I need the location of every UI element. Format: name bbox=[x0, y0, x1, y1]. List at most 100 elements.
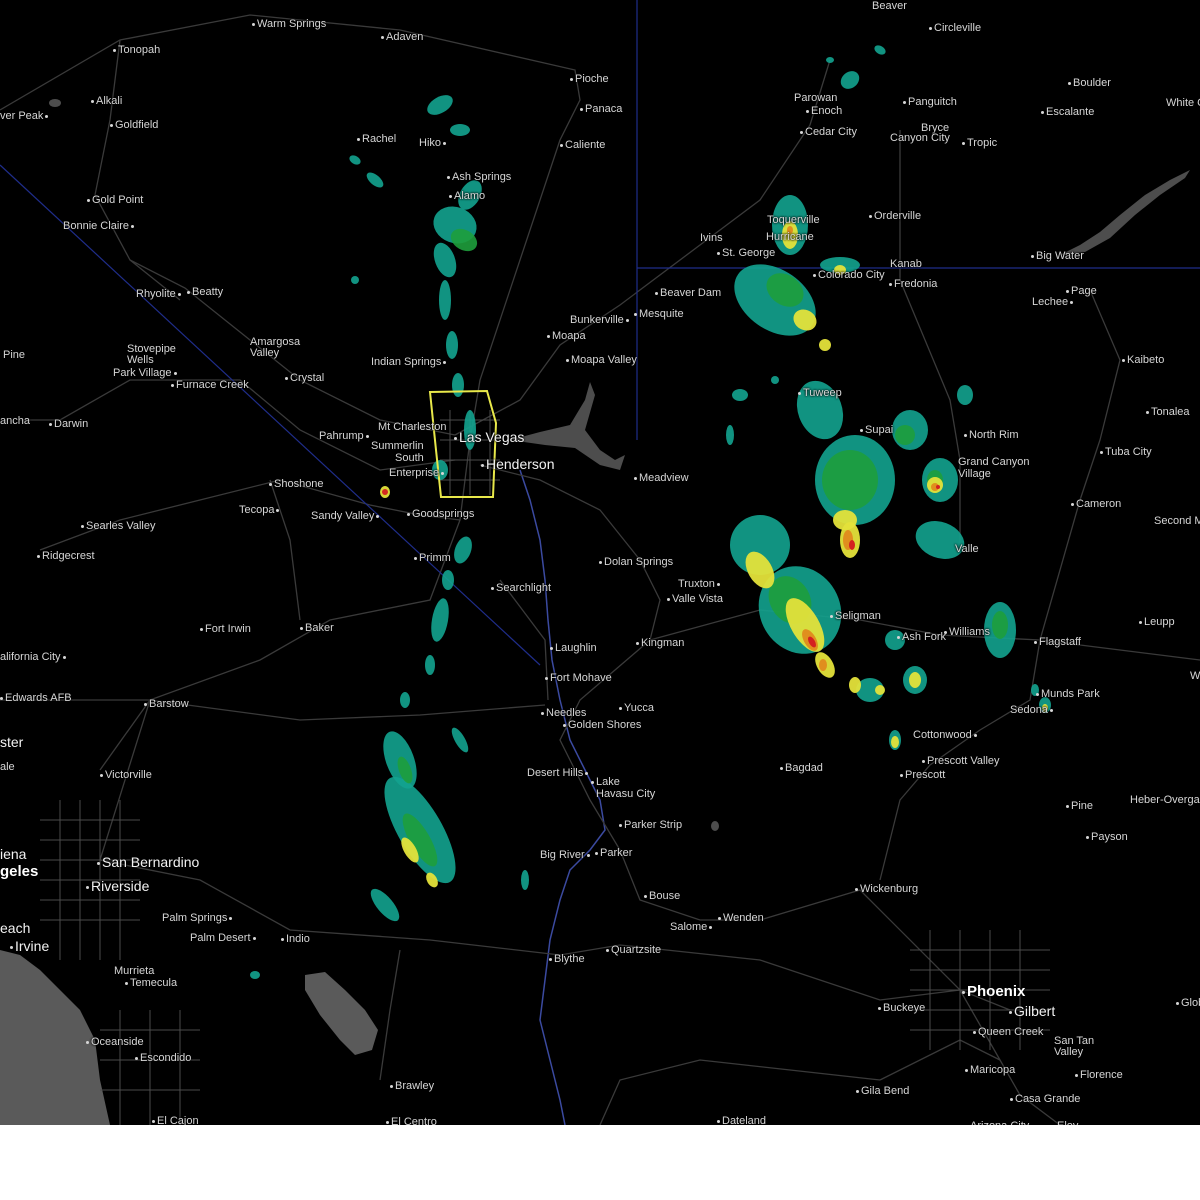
place-label-heber: Heber-Overgaa bbox=[1130, 794, 1200, 806]
radar-echo bbox=[452, 373, 464, 397]
place-label-los-angeles: geles bbox=[0, 863, 39, 880]
place-label-lake-havasu2: Havasu City bbox=[596, 788, 656, 800]
place-label-circleville: Circleville bbox=[929, 22, 981, 34]
place-label-adaven: Adaven bbox=[381, 31, 423, 43]
place-label-globe: Glob bbox=[1176, 997, 1200, 1009]
place-label-pine: Pine bbox=[3, 349, 26, 361]
place-label-ash-fork: Ash Fork bbox=[897, 631, 946, 643]
place-label-crystal: Crystal bbox=[285, 372, 324, 384]
place-label-murrieta: Murrieta bbox=[114, 965, 155, 977]
place-label-hurricane: Hurricane bbox=[766, 231, 814, 243]
place-label-palm-springs: Palm Springs bbox=[162, 912, 232, 924]
radar-echo bbox=[442, 570, 454, 590]
radar-echo bbox=[992, 611, 1008, 639]
radar-echo bbox=[446, 331, 458, 359]
radar-echo bbox=[431, 598, 449, 642]
place-label-pasadena: iena bbox=[0, 846, 27, 862]
place-label-parker: Parker bbox=[595, 847, 632, 859]
place-label-quartzsite: Quartzsite bbox=[606, 944, 661, 956]
place-label-cedar-city: Cedar City bbox=[800, 126, 857, 138]
radar-echo bbox=[521, 870, 529, 890]
place-label-ash-springs: Ash Springs bbox=[447, 171, 511, 183]
place-label-furnace-creek: Furnace Creek bbox=[171, 379, 249, 391]
place-label-palm-desert: Palm Desert bbox=[190, 932, 256, 944]
place-label-casa-grande: Casa Grande bbox=[1010, 1093, 1080, 1105]
radar-echo bbox=[427, 95, 453, 115]
place-label-temecula: Temecula bbox=[125, 977, 177, 989]
radar-echo bbox=[849, 540, 855, 550]
radar-echo bbox=[451, 727, 469, 753]
place-label-second-mesa: Second M bbox=[1154, 515, 1200, 527]
place-label-buckeye: Buckeye bbox=[878, 1002, 925, 1014]
radar-echo bbox=[875, 685, 885, 695]
place-label-san-bernardino: San Bernardino bbox=[97, 855, 199, 869]
radar-map[interactable]: Tonopah Warm Springs Adaven Pioche Panaca Cal… bbox=[0, 0, 1200, 1132]
place-label-searles-valley: Searles Valley bbox=[81, 520, 156, 532]
place-label-warm-springs: Warm Springs bbox=[252, 18, 326, 30]
place-label-edwards-afb: Edwards AFB bbox=[0, 692, 72, 704]
radar-echo bbox=[891, 736, 899, 748]
radar-echo bbox=[726, 425, 734, 445]
place-label-bonnie-claire: Bonnie Claire bbox=[63, 220, 134, 232]
place-label-desert-hills: Desert Hills bbox=[527, 767, 588, 779]
lake-small bbox=[49, 99, 61, 107]
footer-strip bbox=[0, 1125, 1200, 1200]
place-label-caliente: Caliente bbox=[560, 139, 605, 151]
radar-echo bbox=[250, 971, 260, 979]
place-label-victorville: Victorville bbox=[100, 769, 152, 781]
place-label-indian-springs: Indian Springs bbox=[371, 356, 446, 368]
place-label-sedona: Sedona bbox=[1010, 704, 1053, 716]
radar-echo bbox=[732, 389, 748, 401]
place-label-pine-az: Pine bbox=[1066, 800, 1093, 812]
place-label-leupp: Leupp bbox=[1139, 616, 1175, 628]
place-label-winslow: W bbox=[1190, 670, 1200, 682]
place-label-long-beach: each bbox=[0, 920, 31, 936]
place-label-big-water: Big Water bbox=[1031, 250, 1084, 262]
place-label-moapa-valley: Moapa Valley bbox=[566, 354, 637, 366]
place-label-alamo: Alamo bbox=[449, 190, 485, 202]
place-label-kanab: Kanab bbox=[890, 258, 922, 270]
radar-echo bbox=[822, 450, 878, 510]
radar-echo bbox=[819, 339, 831, 351]
place-label-flagstaff: Flagstaff bbox=[1034, 636, 1081, 648]
place-label-henderson: Henderson bbox=[481, 457, 555, 471]
place-label-mt-charleston: Mt Charleston bbox=[378, 421, 447, 433]
place-label-rachel: Rachel bbox=[357, 133, 396, 145]
place-label-munds-park: Munds Park bbox=[1036, 688, 1100, 700]
place-label-beaver-dam: Beaver Dam bbox=[655, 287, 721, 299]
place-label-wickenburg: Wickenburg bbox=[855, 883, 918, 895]
place-label-hiko: Hiko bbox=[419, 137, 446, 149]
radar-echo bbox=[349, 155, 361, 165]
radar-echo bbox=[826, 57, 834, 63]
place-label-florence: Florence bbox=[1075, 1069, 1123, 1081]
place-label-barstow: Barstow bbox=[144, 698, 189, 710]
radar-echo bbox=[849, 677, 861, 693]
place-label-cottonwood: Cottonwood bbox=[913, 729, 977, 741]
place-label-needles: Needles bbox=[541, 707, 586, 719]
place-label-summerlin: Summerlin bbox=[371, 440, 424, 452]
place-label-supai: Supai bbox=[860, 424, 893, 436]
place-label-tonalea: Tonalea bbox=[1146, 406, 1190, 418]
place-label-big-river: Big River bbox=[540, 849, 590, 861]
place-label-las-vegas: Las Vegas bbox=[454, 430, 524, 444]
place-label-indio: Indio bbox=[281, 933, 310, 945]
place-label-rhyolite: Rhyolite bbox=[136, 288, 181, 300]
place-label-gila-bend: Gila Bend bbox=[856, 1085, 909, 1097]
place-label-ivins: Ivins bbox=[700, 232, 723, 244]
radar-echo bbox=[439, 280, 451, 320]
place-label-amargosa2: Valley bbox=[250, 347, 280, 359]
radar-echo bbox=[874, 45, 886, 55]
place-label-escalante: Escalante bbox=[1041, 106, 1094, 118]
radar-echo bbox=[915, 521, 965, 559]
place-label-kaibeto: Kaibeto bbox=[1122, 354, 1164, 366]
place-label-alkali: Alkali bbox=[91, 95, 122, 107]
place-label-kingman: Kingman bbox=[636, 637, 684, 649]
radar-echo bbox=[796, 380, 844, 440]
place-label-primm: Primm bbox=[414, 552, 451, 564]
radar-echo bbox=[936, 485, 940, 489]
place-label-truxton: Truxton bbox=[678, 578, 720, 590]
lake-small bbox=[711, 821, 719, 831]
radar-echo bbox=[833, 510, 857, 530]
place-label-bouse: Bouse bbox=[644, 890, 680, 902]
radar-echo bbox=[819, 659, 827, 671]
